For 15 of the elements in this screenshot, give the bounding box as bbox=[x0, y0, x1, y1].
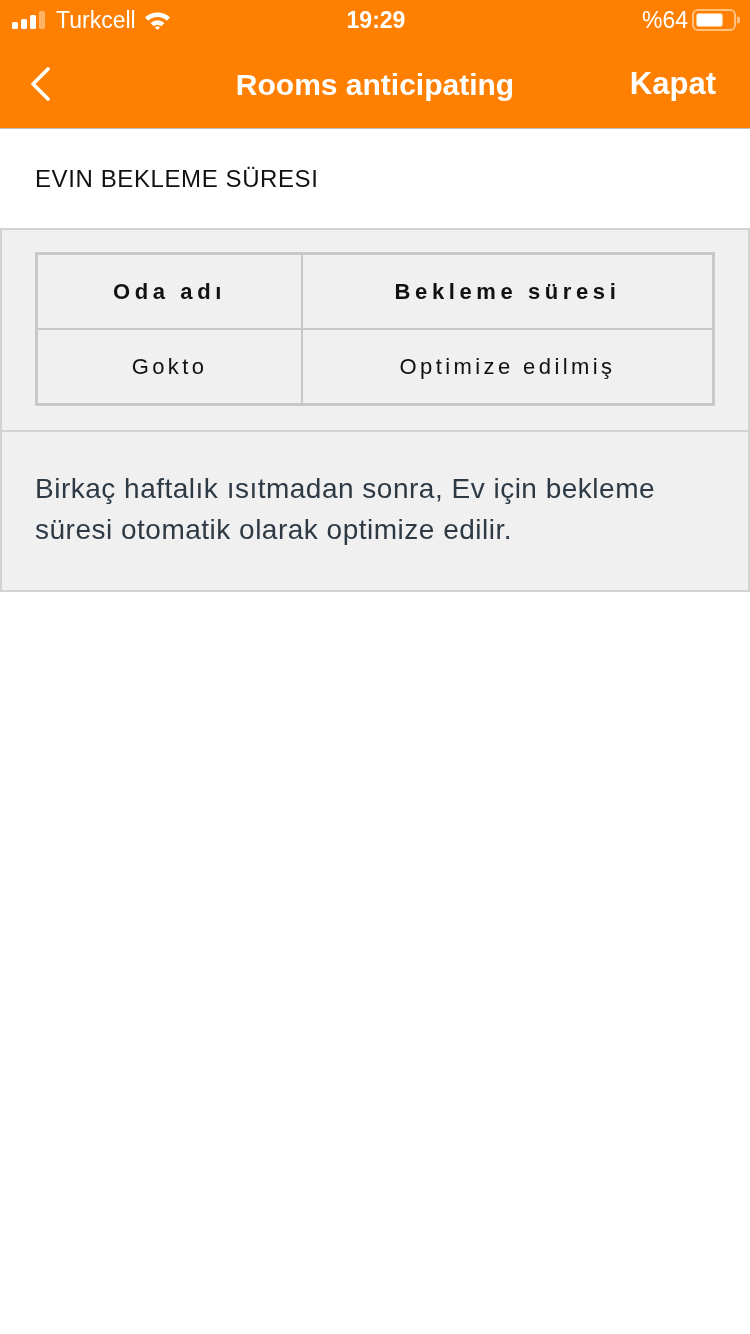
table-cell-text: Gokto bbox=[130, 353, 209, 381]
note-text: Birkaç haftalık ısıtmadan sonra, Ev için bekleme süresi otomatik olarak optimize edilir. bbox=[35, 472, 657, 547]
wifi-icon bbox=[143, 10, 171, 30]
section-header: EVIN BEKLEME SÜRESI bbox=[35, 163, 319, 194]
battery-percent: %64 bbox=[641, 5, 688, 35]
status-time: 19:29 bbox=[346, 5, 406, 35]
column-header: Bekleme süresi bbox=[301, 255, 712, 328]
back-chevron-icon bbox=[30, 67, 50, 101]
table-cell: Optimize edilmiş bbox=[301, 330, 712, 403]
battery-icon bbox=[692, 9, 740, 31]
close-button[interactable]: Kapat bbox=[629, 60, 716, 108]
signal-icon bbox=[12, 11, 48, 29]
carrier-name: Turkcell bbox=[56, 5, 136, 35]
column-header: Oda adı bbox=[112, 278, 227, 306]
screen-title: Rooms anticipating bbox=[235, 67, 515, 101]
